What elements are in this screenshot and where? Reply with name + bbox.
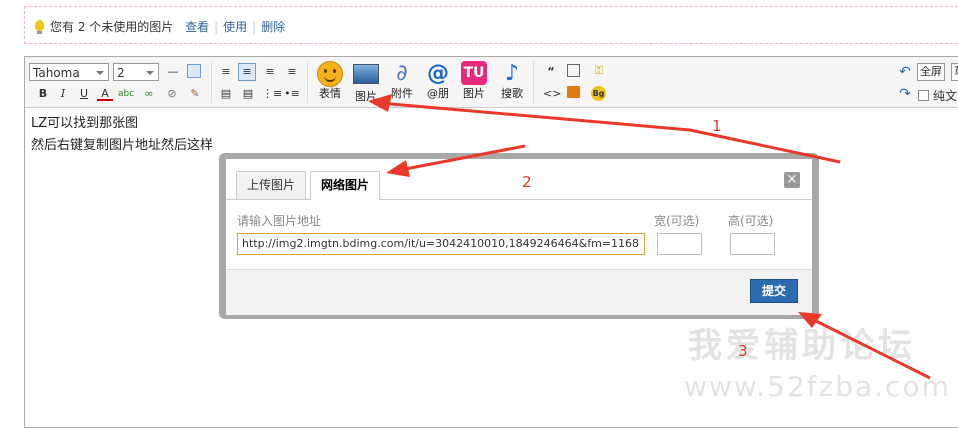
annotation-number-1: 1: [712, 117, 722, 135]
annotation-arrows: [368, 94, 931, 380]
arrow-1: [368, 94, 841, 164]
arrow-3: [798, 312, 931, 380]
annotation-number-2: 2: [522, 173, 532, 191]
annotation-number-3: 3: [738, 342, 748, 360]
arrow-2: [386, 144, 526, 177]
